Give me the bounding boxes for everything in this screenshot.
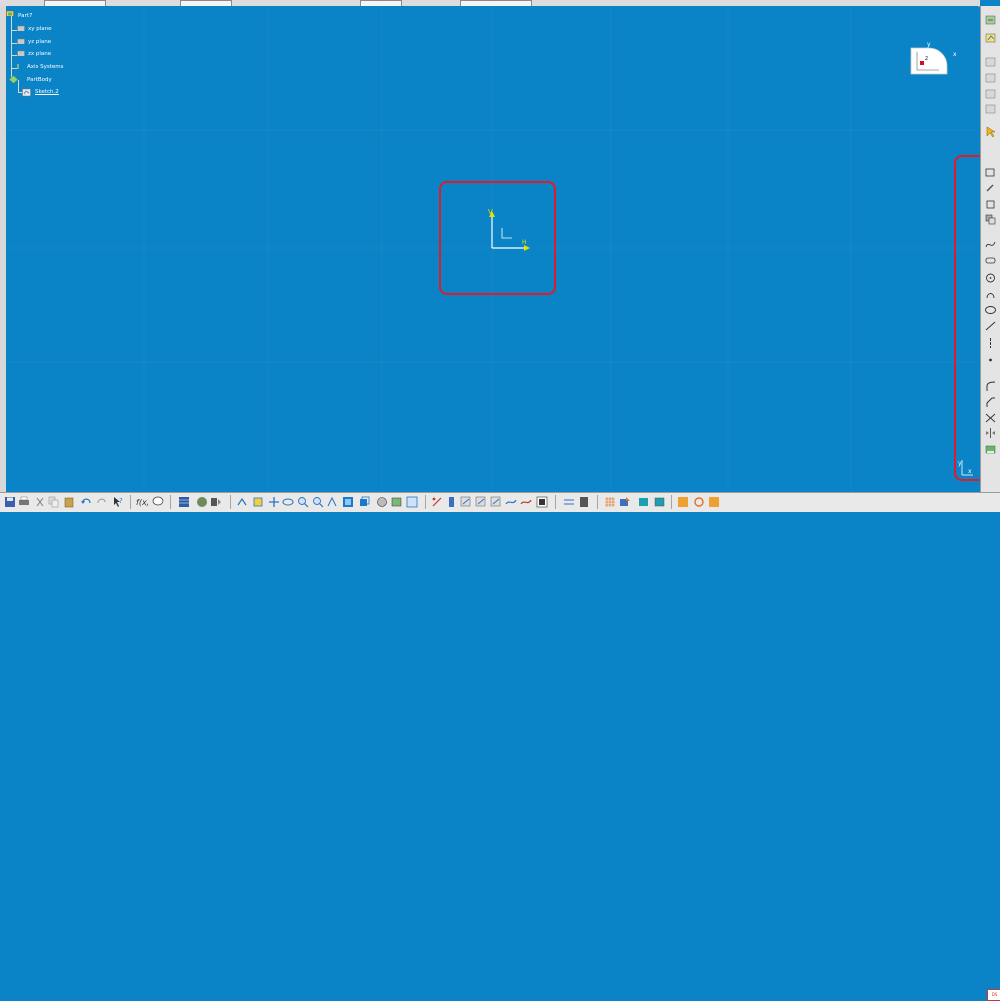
compass-z-label: z xyxy=(925,55,928,62)
sketch-icon[interactable] xyxy=(22,88,32,97)
tree-item-xy-plane[interactable]: xy plane xyxy=(28,26,52,32)
fit-all-icon[interactable] xyxy=(252,496,264,508)
table-icon[interactable] xyxy=(178,496,190,508)
compass-x-label: x xyxy=(953,51,957,58)
axis-line-icon[interactable] xyxy=(984,337,998,349)
plane-icon[interactable] xyxy=(17,50,25,56)
copy-icon[interactable] xyxy=(48,496,60,508)
ellipse-icon[interactable] xyxy=(984,304,998,316)
svg-text:?: ? xyxy=(119,497,123,505)
views-icon[interactable] xyxy=(342,496,354,508)
shaft-icon[interactable] xyxy=(505,496,517,508)
compass-y-label: y xyxy=(927,41,931,48)
paste-icon[interactable] xyxy=(63,496,75,508)
tree-item-part7[interactable]: Part7 xyxy=(18,13,32,19)
cut-icon[interactable] xyxy=(34,496,46,508)
profile-icon[interactable] xyxy=(984,166,998,178)
oriented-rectangle-icon[interactable] xyxy=(984,198,998,210)
origin-highlight-box xyxy=(439,181,556,295)
fly-mode-icon[interactable] xyxy=(236,496,248,508)
output-icon[interactable] xyxy=(677,496,689,508)
rectangle-icon[interactable] xyxy=(984,182,998,194)
tree-item-partbody[interactable]: PartBody xyxy=(27,77,52,83)
specification-tree: Part7 xy plane yz plane zx plane Axis Sy… xyxy=(4,8,164,108)
right-toolbar xyxy=(980,6,1000,492)
pan-icon[interactable] xyxy=(268,496,280,508)
select-icon[interactable] xyxy=(984,126,998,138)
parallelogram-icon[interactable] xyxy=(984,213,998,225)
spline-icon[interactable] xyxy=(984,238,998,250)
circle-icon[interactable] xyxy=(984,272,998,284)
mirror-icon[interactable] xyxy=(984,427,998,439)
part-icon[interactable] xyxy=(6,10,14,16)
corner-icon[interactable] xyxy=(984,380,998,392)
snap-icon[interactable] xyxy=(984,72,998,84)
snap-toggle-icon[interactable] xyxy=(578,496,590,508)
grid-icon[interactable] xyxy=(984,56,998,68)
zoom-in-icon[interactable] xyxy=(297,496,309,508)
intersect-icon[interactable] xyxy=(638,496,650,508)
view-mode-icon[interactable] xyxy=(406,496,418,508)
construction-icon[interactable] xyxy=(984,88,998,100)
undo-icon[interactable] xyxy=(80,496,92,508)
axis-system-icon[interactable] xyxy=(16,63,24,69)
rotate-icon[interactable] xyxy=(282,496,294,508)
arc-icon[interactable] xyxy=(984,289,998,301)
output-icon[interactable] xyxy=(708,496,720,508)
line-icon[interactable] xyxy=(984,320,998,332)
body-icon[interactable] xyxy=(8,75,19,84)
bottom-toolbar: ? f(x) DS xyxy=(0,492,1000,1001)
dimension-icon[interactable] xyxy=(604,496,616,508)
fix-icon[interactable] xyxy=(619,496,631,508)
redo-icon[interactable] xyxy=(96,496,108,508)
normal-view-icon[interactable] xyxy=(326,496,338,508)
zoom-out-icon[interactable] xyxy=(312,496,324,508)
constraint-icon[interactable] xyxy=(431,496,443,508)
render-style-icon[interactable] xyxy=(358,496,370,508)
plane-icon[interactable] xyxy=(17,38,25,44)
solid-icon[interactable] xyxy=(536,496,548,508)
groove-icon[interactable] xyxy=(520,496,532,508)
project-3d-icon[interactable] xyxy=(984,443,998,455)
catalog-icon[interactable] xyxy=(196,496,208,508)
chamfer-icon[interactable] xyxy=(984,396,998,408)
geometric-constraint-icon[interactable] xyxy=(984,103,998,115)
keyhole-icon[interactable] xyxy=(984,254,998,266)
output-icon[interactable] xyxy=(693,496,705,508)
cut-part-icon[interactable] xyxy=(654,496,666,508)
auto-constraint-icon[interactable] xyxy=(446,496,458,508)
pocket-icon[interactable] xyxy=(490,496,502,508)
tree-item-sketch-2[interactable]: Sketch.2 xyxy=(35,89,59,95)
save-icon[interactable] xyxy=(4,496,16,508)
pad-icon[interactable] xyxy=(475,496,487,508)
swap-space-icon[interactable] xyxy=(391,496,403,508)
svg-text:f(x): f(x) xyxy=(136,498,148,507)
print-icon[interactable] xyxy=(18,496,30,508)
comment-icon[interactable] xyxy=(152,496,164,508)
sketch-icon[interactable] xyxy=(984,32,998,44)
tree-item-yz-plane[interactable]: yz plane xyxy=(28,39,51,45)
trim-icon[interactable] xyxy=(984,412,998,424)
formula-icon[interactable]: f(x) xyxy=(136,496,148,508)
point-icon[interactable] xyxy=(984,354,998,366)
logo: DS xyxy=(987,989,1000,1001)
whats-this-icon[interactable]: ? xyxy=(112,496,124,508)
plane-icon[interactable] xyxy=(17,25,25,31)
tree-item-zx-plane[interactable]: zx plane xyxy=(28,51,51,57)
exit-workbench-icon[interactable] xyxy=(984,14,998,26)
hide-show-icon[interactable] xyxy=(376,496,388,508)
tree-item-axis-systems[interactable]: Axis Systems xyxy=(27,64,64,70)
grid-toggle-icon[interactable] xyxy=(563,496,575,508)
compass-icon[interactable]: y x z xyxy=(903,40,961,82)
sketch-analysis-icon[interactable] xyxy=(460,496,472,508)
macro-icon[interactable] xyxy=(210,496,222,508)
